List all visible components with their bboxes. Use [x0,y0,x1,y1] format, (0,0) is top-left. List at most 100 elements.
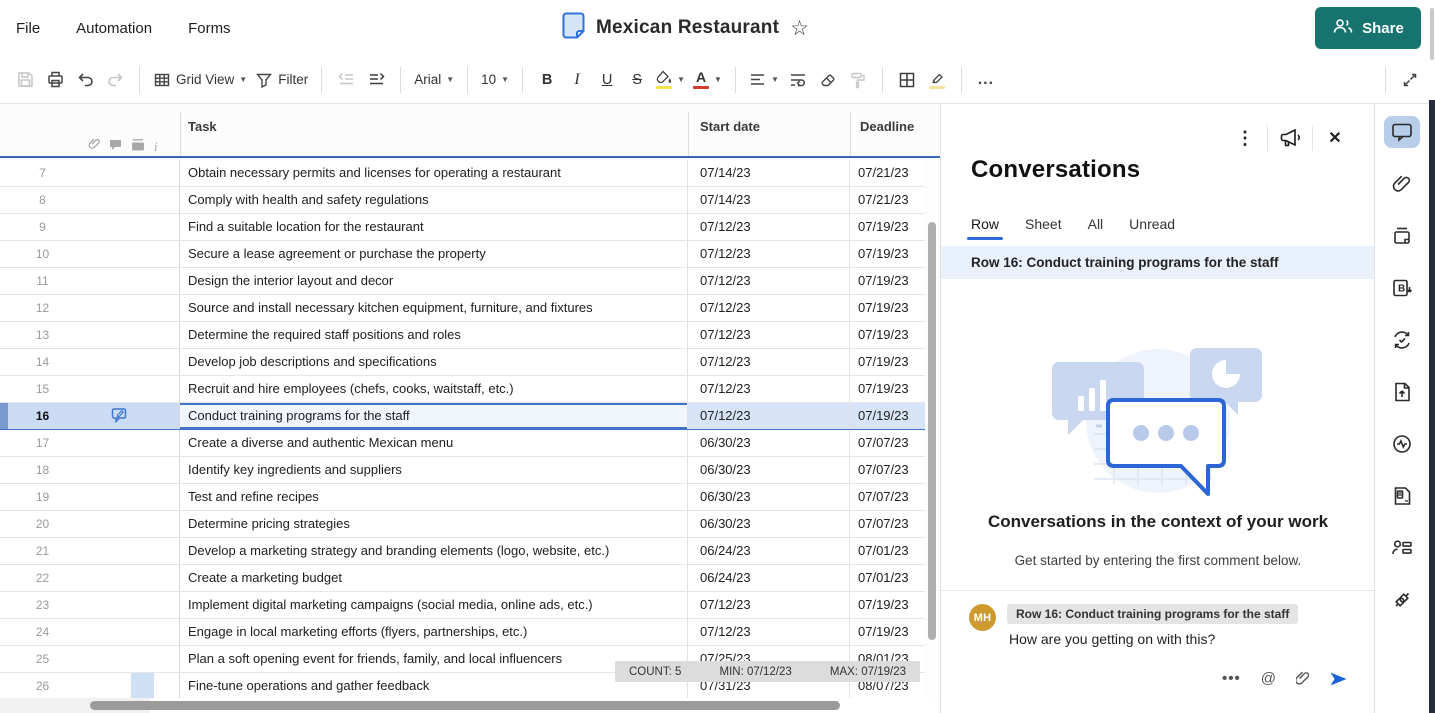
table-row[interactable]: 12Source and install necessary kitchen e… [0,295,925,322]
comment-slot[interactable] [108,241,131,267]
row-number-cell[interactable]: 18 [0,457,180,483]
start-date-cell[interactable]: 07/12/23 [688,349,850,375]
deadline-cell[interactable]: 07/19/23 [850,376,925,402]
comment-slot[interactable] [108,457,131,483]
info-slot[interactable] [154,214,177,240]
start-date-cell[interactable]: 07/12/23 [688,592,850,618]
info-slot[interactable] [154,295,177,321]
info-slot[interactable] [154,592,177,618]
vertical-scrollbar-thumb[interactable] [928,222,936,640]
proof-slot[interactable] [131,430,154,456]
proof-slot[interactable] [131,538,154,564]
table-row[interactable]: 15Recruit and hire employees (chefs, coo… [0,376,925,403]
comment-slot[interactable] [108,565,131,591]
task-cell[interactable]: Implement digital marketing campaigns (s… [180,592,688,618]
horizontal-scrollbar-thumb[interactable] [90,701,840,710]
task-cell[interactable]: Create a marketing budget [180,565,688,591]
attachment-slot[interactable] [85,484,108,510]
info-slot[interactable] [154,484,177,510]
start-date-cell[interactable]: 06/24/23 [688,565,850,591]
row-number-cell[interactable]: 17 [0,430,180,456]
attachment-slot[interactable] [85,457,108,483]
comment-slot[interactable] [108,268,131,294]
attachment-slot[interactable] [85,403,108,429]
proof-slot[interactable] [131,484,154,510]
table-row[interactable]: 22Create a marketing budget06/24/2307/01… [0,565,925,592]
italic-button[interactable]: I [562,65,592,95]
more-options-button[interactable]: ... [971,65,1001,95]
attachment-slot[interactable] [85,295,108,321]
deadline-cell[interactable]: 07/19/23 [850,214,925,240]
font-color-button[interactable]: A ▼ [689,65,726,95]
start-date-cell[interactable]: 07/14/23 [688,160,850,186]
task-cell[interactable]: Determine pricing strategies [180,511,688,537]
comment-slot[interactable] [108,322,131,348]
conversation-row-item[interactable]: Row 16: Conduct training programs for th… [941,246,1375,279]
format-painter-button[interactable] [843,65,873,95]
attachment-slot[interactable] [85,268,108,294]
summary-icon[interactable] [1384,480,1420,512]
attachment-slot[interactable] [85,646,108,672]
deadline-cell[interactable]: 07/07/23 [850,511,925,537]
comment-slot[interactable] [108,349,131,375]
info-slot[interactable] [154,619,177,645]
attach-icon[interactable] [1296,671,1309,687]
task-cell[interactable]: Identify key ingredients and suppliers [180,457,688,483]
deadline-cell[interactable]: 07/19/23 [850,349,925,375]
strikethrough-button[interactable]: S [622,65,652,95]
task-cell[interactable]: Determine the required staff positions a… [180,322,688,348]
wrap-text-button[interactable] [783,65,813,95]
comment-slot[interactable] [108,673,131,699]
task-cell[interactable]: Engage in local marketing efforts (flyer… [180,619,688,645]
attachment-slot[interactable] [85,241,108,267]
menu-item-file[interactable]: File [16,20,40,37]
proof-slot[interactable] [131,457,154,483]
attachment-slot[interactable] [85,214,108,240]
task-cell[interactable]: Comply with health and safety regulation… [180,187,688,213]
table-row[interactable]: 19Test and refine recipes06/30/2307/07/2… [0,484,925,511]
deadline-cell[interactable]: 07/19/23 [850,403,925,429]
info-slot[interactable] [154,538,177,564]
deadline-cell[interactable]: 07/19/23 [850,241,925,267]
connections-icon[interactable] [1384,584,1420,616]
row-number-cell[interactable]: 8 [0,187,180,213]
info-slot[interactable] [154,268,177,294]
tab-all[interactable]: All [1088,216,1104,240]
task-cell[interactable]: Recruit and hire employees (chefs, cooks… [180,376,688,402]
proof-slot[interactable] [131,241,154,267]
row-number-cell[interactable]: 25 [0,646,180,672]
row-number-cell[interactable]: 7 [0,160,180,186]
deadline-cell[interactable]: 07/19/23 [850,295,925,321]
proof-slot[interactable] [131,349,154,375]
attachment-slot[interactable] [85,619,108,645]
start-date-cell[interactable]: 07/12/23 [688,619,850,645]
outdent-button[interactable] [331,65,361,95]
column-header-task[interactable]: Task [188,119,217,134]
table-row[interactable]: 7Obtain necessary permits and licenses f… [0,160,925,187]
proof-slot[interactable] [131,673,154,699]
info-slot[interactable] [154,457,177,483]
close-icon[interactable]: ✕ [1318,124,1352,152]
attachment-slot[interactable] [85,511,108,537]
save-button[interactable] [10,65,40,95]
megaphone-icon[interactable] [1273,124,1307,152]
kebab-menu-icon[interactable]: ⋮ [1228,124,1262,152]
comment-slot[interactable] [108,511,131,537]
row-number-cell[interactable]: 20 [0,511,180,537]
proof-slot[interactable] [131,511,154,537]
comment-slot[interactable] [108,430,131,456]
table-row[interactable]: 11Design the interior layout and decor07… [0,268,925,295]
menu-item-forms[interactable]: Forms [188,20,231,37]
align-button[interactable]: ▼ [745,65,783,95]
proof-slot[interactable] [131,268,154,294]
start-date-cell[interactable]: 06/30/23 [688,511,850,537]
attachment-slot[interactable] [85,187,108,213]
attachment-slot[interactable] [85,160,108,186]
task-cell[interactable]: Develop a marketing strategy and brandin… [180,538,688,564]
deadline-cell[interactable]: 07/21/23 [850,160,925,186]
contacts-icon[interactable] [1384,532,1420,564]
table-row[interactable]: 8Comply with health and safety regulatio… [0,187,925,214]
info-slot[interactable] [154,430,177,456]
column-header-deadline[interactable]: Deadline [860,119,914,134]
task-cell[interactable]: Design the interior layout and decor [180,268,688,294]
